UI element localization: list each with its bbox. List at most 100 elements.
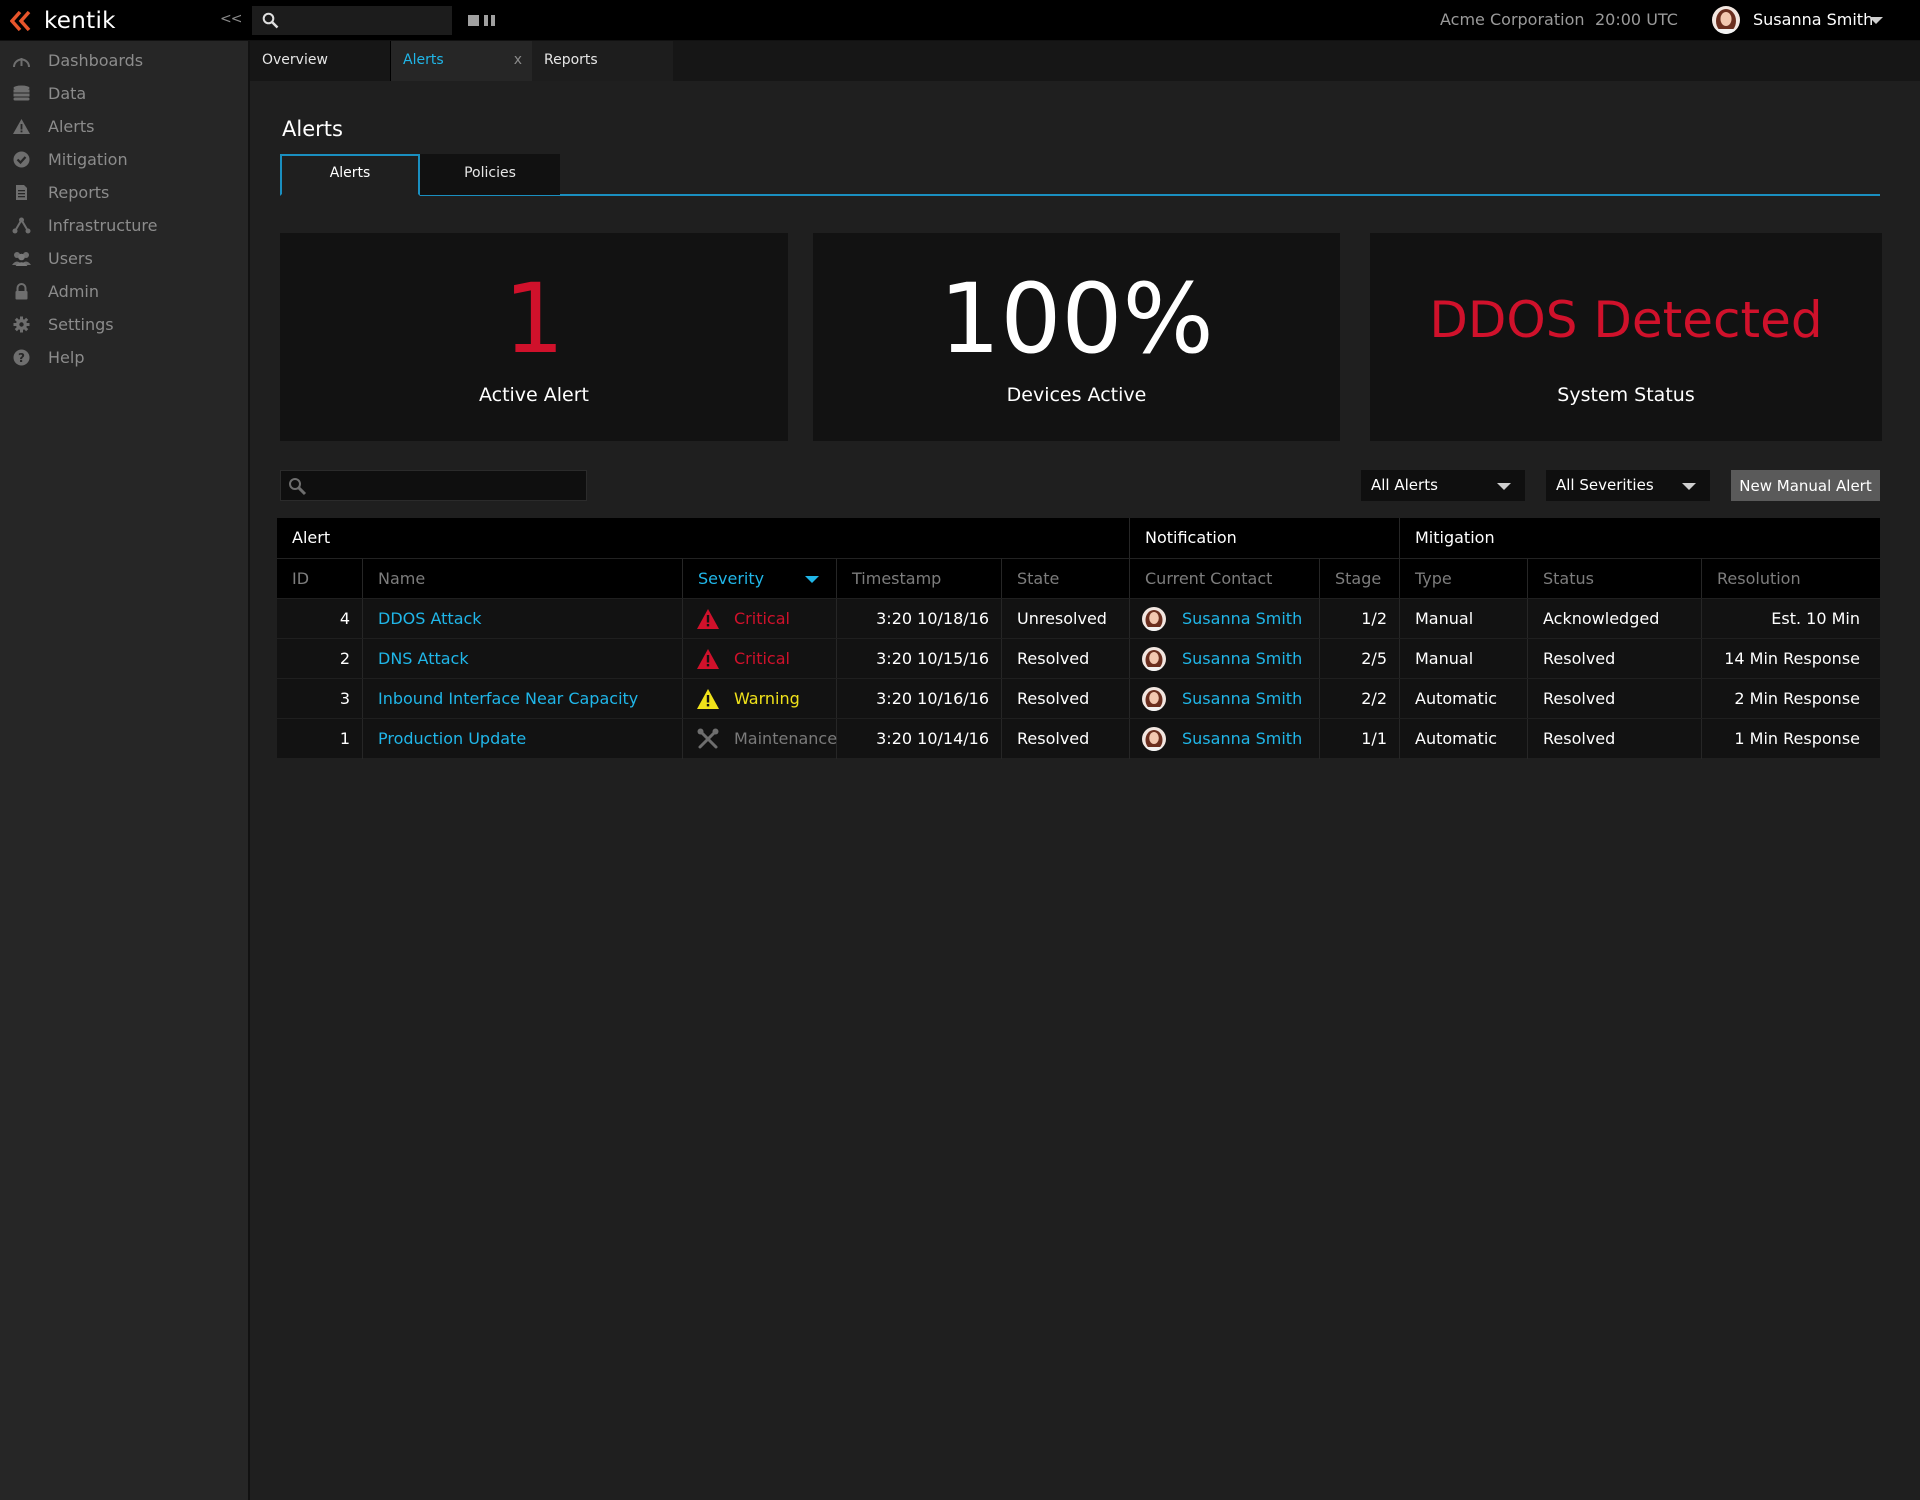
sidebar-item-reports[interactable]: Reports [0, 176, 248, 209]
collapse-sidebar-button[interactable]: << [220, 11, 242, 27]
alert-name-link[interactable]: Inbound Interface Near Capacity [378, 689, 638, 708]
header-state[interactable]: State [1002, 559, 1130, 599]
kentik-logo-icon [10, 10, 31, 32]
user-name[interactable]: Susanna Smith [1753, 10, 1873, 29]
cell-stage: 1/1 [1361, 729, 1387, 748]
warning-icon [697, 689, 719, 709]
cell-stage: 2/2 [1361, 689, 1387, 708]
header-current-contact[interactable]: Current Contact [1130, 559, 1320, 599]
cell-type: Automatic [1415, 689, 1498, 708]
sidebar-item-users[interactable]: Users [0, 242, 248, 275]
alert-name-link[interactable]: Production Update [378, 729, 526, 748]
sidebar-item-label: Alerts [48, 117, 95, 136]
search-icon [289, 478, 307, 496]
subtab-policies[interactable]: Policies [420, 154, 560, 195]
contact-name-link[interactable]: Susanna Smith [1182, 609, 1302, 628]
alert-name-link[interactable]: DDOS Attack [378, 609, 482, 628]
button-label: New Manual Alert [1739, 477, 1872, 495]
tab-alerts[interactable]: Alerts x [391, 41, 532, 81]
group-notification: Notification [1130, 518, 1400, 558]
cell-state: Resolved [1017, 729, 1090, 748]
table-row[interactable]: 1 Production Update Maintenance 3:20 10/… [277, 718, 1880, 759]
header-type[interactable]: Type [1400, 559, 1528, 599]
company-name[interactable]: Acme Corporation [1440, 10, 1585, 29]
header-severity[interactable]: Severity [683, 559, 837, 599]
table-row[interactable]: 3 Inbound Interface Near Capacity Warnin… [277, 678, 1880, 719]
devices-active-percent: 100% [939, 263, 1214, 375]
sidebar-item-help[interactable]: ? Help [0, 341, 248, 374]
cell-resolution: Est. 10 Min [1771, 609, 1860, 628]
report-icon [16, 185, 27, 200]
cell-id: 3 [339, 689, 350, 708]
help-icon: ? [13, 349, 30, 366]
critical-icon [697, 609, 719, 629]
sidebar-item-mitigation[interactable]: Mitigation [0, 143, 248, 176]
cell-state: Unresolved [1017, 609, 1107, 628]
header-name[interactable]: Name [363, 559, 683, 599]
severity-filter-select[interactable]: All Severities [1546, 470, 1710, 501]
contact-name-link[interactable]: Susanna Smith [1182, 689, 1302, 708]
svg-text:?: ? [18, 351, 25, 365]
sidebar-item-settings[interactable]: Settings [0, 308, 248, 341]
contact-name-link[interactable]: Susanna Smith [1182, 729, 1302, 748]
header-stage[interactable]: Stage [1320, 559, 1400, 599]
header-resolution[interactable]: Resolution [1702, 559, 1880, 599]
header-status[interactable]: Status [1528, 559, 1702, 599]
brand[interactable]: kentik [10, 6, 116, 36]
tab-reports[interactable]: Reports [532, 41, 673, 81]
select-value: All Alerts [1371, 476, 1438, 494]
table-row[interactable]: 4 DDOS Attack Critical 3:20 10/18/16 Unr… [277, 598, 1880, 639]
alerts-search-input[interactable] [280, 470, 587, 501]
sidebar-item-label: Reports [48, 183, 110, 202]
contact-name-link[interactable]: Susanna Smith [1182, 649, 1302, 668]
chevron-down-icon [1682, 483, 1696, 490]
sidebar-item-label: Data [48, 84, 87, 103]
sidebar-item-alerts[interactable]: Alerts [0, 110, 248, 143]
cell-timestamp: 3:20 10/18/16 [876, 609, 989, 628]
sidebar-item-label: Mitigation [48, 150, 128, 169]
chevron-down-icon [1497, 483, 1511, 490]
subtab-alerts[interactable]: Alerts [280, 154, 420, 196]
header-id[interactable]: ID [277, 559, 363, 599]
alert-name-link[interactable]: DNS Attack [378, 649, 469, 668]
cell-timestamp: 3:20 10/14/16 [876, 729, 989, 748]
cell-timestamp: 3:20 10/16/16 [876, 689, 989, 708]
sidebar-item-label: Settings [48, 315, 114, 334]
card-label: Active Alert [478, 384, 590, 406]
header-timestamp[interactable]: Timestamp [837, 559, 1002, 599]
brand-name: kentik [44, 8, 116, 34]
sidebar-item-label: Help [48, 348, 85, 367]
user-menu-caret-icon[interactable] [1869, 17, 1883, 24]
global-search-input[interactable] [252, 6, 452, 35]
sidebar-item-infrastructure[interactable]: Infrastructure [0, 209, 248, 242]
active-alert-count: 1 [503, 263, 565, 375]
contact-avatar [1142, 687, 1166, 711]
card-label: System Status [1557, 384, 1695, 406]
new-manual-alert-button[interactable]: New Manual Alert [1731, 470, 1880, 501]
sidebar: Dashboards Data Alerts Mitigation Report… [0, 41, 250, 1500]
user-avatar[interactable] [1712, 6, 1740, 34]
cell-status: Resolved [1543, 729, 1616, 748]
card-label: Devices Active [1006, 384, 1147, 406]
table-row[interactable]: 2 DNS Attack Critical 3:20 10/15/16 Reso… [277, 638, 1880, 679]
split-view-icon[interactable] [484, 15, 495, 26]
sidebar-item-data[interactable]: Data [0, 77, 248, 110]
wrench-icon [697, 728, 719, 749]
single-view-icon[interactable] [468, 15, 479, 26]
search-icon [262, 12, 279, 29]
sidebar-item-label: Admin [48, 282, 99, 301]
alert-filter-select[interactable]: All Alerts [1361, 470, 1525, 501]
group-mitigation: Mitigation [1415, 528, 1495, 547]
sidebar-item-dashboards[interactable]: Dashboards [0, 44, 248, 77]
sidebar-item-admin[interactable]: Admin [0, 275, 248, 308]
tab-overview[interactable]: Overview [250, 41, 391, 81]
lock-icon [15, 283, 28, 300]
top-bar: kentik << Acme Corporation 20:00 UTC Sus… [0, 0, 1920, 41]
cell-timestamp: 3:20 10/15/16 [876, 649, 989, 668]
contact-avatar [1142, 727, 1166, 751]
cell-type: Manual [1415, 609, 1474, 628]
view-toggle[interactable] [468, 15, 495, 26]
devices-active-card: 100% Devices Active [813, 233, 1340, 441]
cell-type: Manual [1415, 649, 1474, 668]
close-tab-icon[interactable]: x [514, 52, 522, 68]
